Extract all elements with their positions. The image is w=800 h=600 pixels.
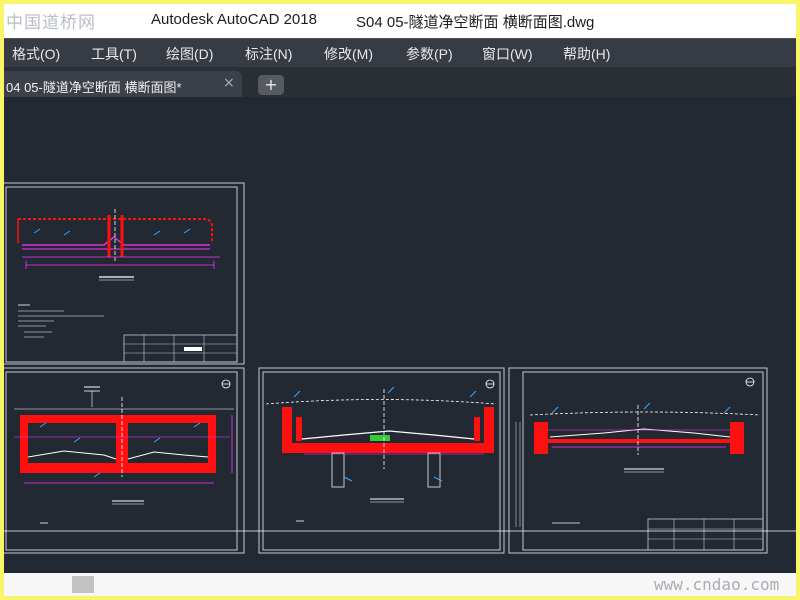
window-title-app: Autodesk AutoCAD 2018 [151,11,317,28]
drawing-sheet-2 [4,367,245,554]
window-title-file: S04 05-隧道净空断面 横断面图.dwg [356,14,595,31]
menu-draw[interactable]: 绘图(D) [166,44,213,64]
drawing-svg [4,182,796,554]
menu-tools[interactable]: 工具(T) [91,44,137,64]
menu-help[interactable]: 帮助(H) [563,44,610,64]
title-bar: 中国道桥网 Autodesk AutoCAD 2018 S04 05-隧道净空断… [4,4,796,38]
watermark-bottom: www.cndao.com [654,575,780,594]
scrollbar-thumb[interactable] [72,576,94,593]
drawing-sheet-1 [4,182,245,365]
watermark-top: 中国道桥网 [6,13,96,33]
file-tab[interactable]: 04 05-隧道净空断面 横断面图* × [4,71,242,97]
drawing-canvas[interactable] [4,97,796,573]
app-window: 中国道桥网 Autodesk AutoCAD 2018 S04 05-隧道净空断… [4,4,796,596]
menu-format[interactable]: 格式(O) [12,44,60,64]
menu-window[interactable]: 窗口(W) [482,44,533,64]
close-icon[interactable]: × [223,75,235,91]
drawing-sheet-4 [508,367,768,554]
horizontal-scrollbar[interactable]: www.cndao.com [4,573,796,596]
menu-modify[interactable]: 修改(M) [324,44,373,64]
new-tab-button[interactable]: + [258,75,284,95]
menu-dimension[interactable]: 标注(N) [245,44,292,64]
menu-bar: 格式(O) 工具(T) 绘图(D) 标注(N) 修改(M) 参数(P) 窗口(W… [4,38,796,67]
drawing-sheet-3 [258,367,505,554]
file-tab-bar: 04 05-隧道净空断面 横断面图* × + [4,67,796,97]
menu-parametric[interactable]: 参数(P) [406,44,453,64]
file-tab-label: 04 05-隧道净空断面 横断面图* [6,80,182,95]
